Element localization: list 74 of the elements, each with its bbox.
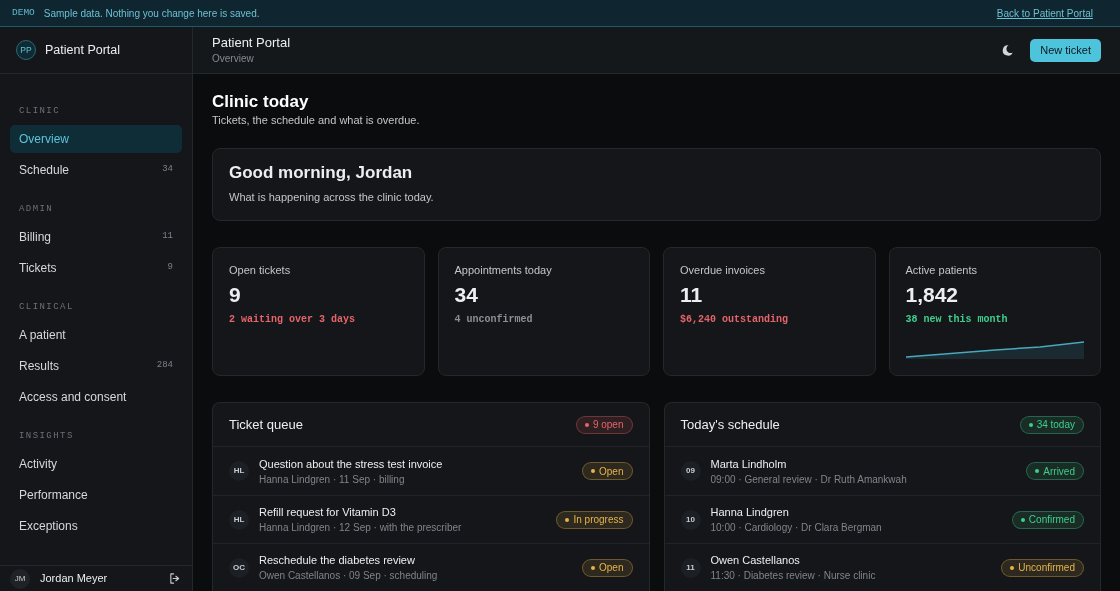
initials-avatar: OC — [229, 557, 249, 578]
section-heading: CLINIC — [19, 105, 61, 117]
stat-note: 4 unconfirmed — [454, 313, 533, 327]
item-count: 34 — [162, 163, 173, 177]
status-label: Open — [599, 561, 624, 575]
sidebar-item[interactable]: Billing 11 — [10, 223, 182, 251]
appointment-details: 11:30 · Diabetes review · Nurse clinic — [710, 569, 876, 582]
status-label: 34 today — [1036, 418, 1075, 432]
panel-title: Today's schedule — [680, 415, 780, 434]
current-page-label: Overview — [212, 51, 254, 66]
stat-label: Appointments today — [454, 263, 552, 277]
initials-avatar: HL — [229, 461, 249, 481]
item-count: 9 — [167, 261, 173, 275]
new-ticket-button[interactable]: New ticket — [1030, 38, 1101, 62]
panel-title: Ticket queue — [229, 415, 303, 434]
ticket-details: Hanna Lindgren · 11 Sep · billing — [259, 472, 405, 486]
status-label: Unconfirmed — [1018, 561, 1075, 575]
sidebar-item[interactable]: Tickets 9 — [10, 254, 182, 282]
section-heading: CLINICAL — [19, 301, 74, 313]
sidebar-item[interactable]: Exceptions — [10, 512, 182, 540]
sidebar-item[interactable]: Activity — [10, 450, 182, 478]
page-description: Tickets, the schedule and what is overdue. — [212, 113, 420, 127]
hour-marker: 09 — [680, 461, 701, 481]
stat-label: Open tickets — [229, 263, 291, 277]
appointment-details: 09:00 · General review · Dr Ruth Amankwah — [710, 472, 907, 486]
stat-note: $6,240 outstanding — [680, 313, 789, 327]
patient-name: Owen Castellanos — [710, 553, 800, 567]
patient-name: Hanna Lindgren — [710, 505, 789, 519]
status-label: Confirmed — [1028, 513, 1075, 527]
stat-value: 34 — [454, 282, 478, 308]
status-label: Open — [599, 464, 624, 479]
appointment-details: 10:00 · Cardiology · Dr Clara Bergman — [710, 521, 882, 534]
sidebar-item[interactable]: Overview — [10, 125, 182, 153]
logout-icon[interactable] — [169, 573, 180, 584]
initials-avatar: HL — [229, 509, 249, 530]
stat-label: Overdue invoices — [680, 263, 765, 277]
sidebar-item[interactable]: Performance — [10, 481, 182, 509]
stat-note: 38 new this month — [905, 313, 1008, 327]
brand-avatar: PP — [16, 40, 36, 60]
section-heading: INSIGHTS — [19, 430, 74, 442]
ticket-details: Hanna Lindgren · 12 Sep · with the prescriber — [259, 521, 462, 534]
status-label: In progress — [573, 513, 624, 527]
greeting-text: What is happening across the clinic today. — [229, 190, 434, 204]
stat-value: 1,842 — [905, 282, 959, 308]
user-name: Jordan Meyer — [40, 571, 108, 587]
item-count: 284 — [156, 359, 173, 373]
item-count: 11 — [162, 230, 173, 244]
patient-name: Marta Lindholm — [710, 456, 787, 471]
section-heading: ADMIN — [19, 203, 54, 215]
ticket-title: Reschedule the diabetes review — [259, 553, 415, 567]
app-title: Patient Portal — [212, 34, 291, 51]
sidebar-item[interactable]: Schedule 34 — [10, 156, 182, 184]
sidebar-item[interactable]: A patient — [10, 321, 182, 349]
ticket-title: Refill request for Vitamin D3 — [259, 505, 396, 519]
stat-label: Active patients — [905, 263, 978, 277]
stat-value: 11 — [680, 282, 703, 308]
stat-note: 2 waiting over 3 days — [229, 313, 356, 327]
ticket-details: Owen Castellanos · 09 Sep · scheduling — [259, 569, 438, 582]
demo-label: DEMO — [12, 5, 35, 20]
hour-marker: 11 — [680, 557, 701, 578]
user-avatar: JM — [10, 568, 30, 589]
sidebar-item[interactable]: Results 284 — [10, 352, 182, 380]
ticket-title: Question about the stress test invoice — [259, 456, 443, 471]
banner-message: Sample data. Nothing you change here is saved. — [43, 6, 260, 21]
hour-marker: 10 — [680, 509, 701, 530]
stat-value: 9 — [229, 282, 241, 308]
greeting-title: Good morning, Jordan — [229, 163, 413, 183]
status-label: 9 open — [592, 418, 624, 432]
moon-icon[interactable] — [1002, 44, 1014, 56]
page-heading: Clinic today — [212, 92, 309, 112]
sidebar-item[interactable]: Access and consent — [10, 383, 182, 411]
back-link[interactable]: Back to Patient Portal — [996, 5, 1093, 21]
status-label: Arrived — [1043, 464, 1075, 479]
brand-name: Patient Portal — [45, 41, 121, 59]
